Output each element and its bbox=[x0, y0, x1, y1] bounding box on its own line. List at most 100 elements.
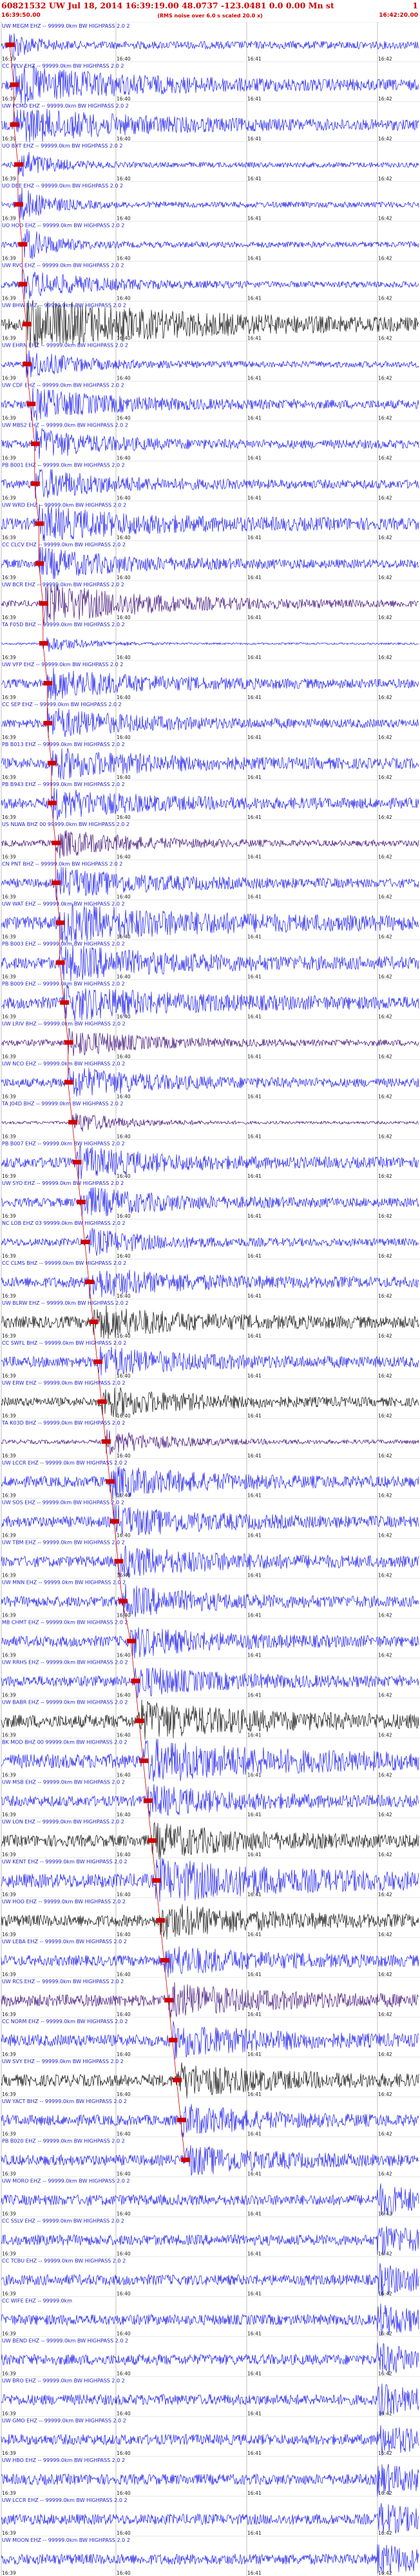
time-tick-label: 16:41 bbox=[247, 2370, 262, 2376]
arrival-pick-marker bbox=[60, 1000, 70, 1005]
waveform-trace bbox=[1, 1584, 419, 1619]
arrival-pick-marker bbox=[18, 242, 28, 247]
waveform-trace bbox=[1, 504, 419, 542]
time-tick-label: 16:40 bbox=[117, 1173, 131, 1179]
time-tick-label: 16:42 bbox=[378, 216, 392, 222]
time-tick-label: 16:40 bbox=[117, 934, 131, 940]
arrival-pick-marker bbox=[148, 1838, 157, 1843]
arrival-pick-marker bbox=[173, 2077, 182, 2082]
channel-row: UW BCR EHZ -- 99999.0km BW HIGHPASS 2.0 … bbox=[0, 580, 420, 626]
channel-label: TA K03D BHZ -- 99999.0km BW HIGHPASS 2.0… bbox=[1, 1420, 125, 1426]
time-tick-label: 16:41 bbox=[247, 375, 262, 381]
arrival-pick-marker bbox=[43, 720, 53, 726]
time-tick-label: 16:39 bbox=[2, 695, 16, 700]
time-tick-label: 16:42 bbox=[378, 1573, 392, 1579]
time-tick-label: 16:41 bbox=[247, 1253, 262, 1259]
time-tick-label: 16:42 bbox=[378, 695, 392, 700]
time-tick-label: 16:39 bbox=[2, 336, 16, 341]
channel-label: PB B013 EHZ -- 99999.0km BW HIGHPASS 2.0… bbox=[2, 742, 125, 747]
channel-label: UW LON EHZ -- 99999.0km BW HIGHPASS 2.0 … bbox=[2, 1819, 124, 1825]
arrival-pick-marker bbox=[97, 1399, 107, 1404]
arrival-pick-marker bbox=[164, 1997, 174, 2003]
time-tick-label: 16:42 bbox=[378, 2450, 392, 2456]
arrival-pick-marker bbox=[64, 1040, 73, 1045]
time-tick-label: 16:42 bbox=[378, 2251, 392, 2257]
arrival-pick-marker bbox=[106, 1479, 115, 1484]
waveform-trace bbox=[1, 1067, 419, 1097]
time-tick-label: 16:40 bbox=[117, 535, 131, 541]
waveform-trace bbox=[1, 108, 419, 143]
arrival-pick-marker bbox=[156, 1918, 166, 1923]
channel-row: UW WAT EHZ -- 99999.0km BW HIGHPASS 2.0 … bbox=[0, 899, 420, 943]
channel-label: UW VFP EHZ -- 99999.0km BW HIGHPASS 2.0 … bbox=[2, 662, 123, 668]
time-tick-label: 16:39 bbox=[2, 1852, 16, 1858]
channel-row: CC TCBU EHZ -- 99999.0km BW HIGHPASS 2.0… bbox=[0, 2256, 420, 2296]
time-tick-label: 16:39 bbox=[2, 2331, 16, 2336]
arrival-pick-marker bbox=[72, 1160, 82, 1165]
time-tick-label: 16:41 bbox=[247, 1093, 262, 1099]
time-tick-label: 16:40 bbox=[117, 1692, 131, 1698]
channel-label: PB B009 EHZ -- 99999.0km BW HIGHPASS 2.0… bbox=[2, 981, 125, 987]
channel-row: UW BEND EHZ -- 99999.0km BW HIGHPASS 2.0… bbox=[0, 2336, 420, 2376]
time-tick-label: 16:40 bbox=[117, 1133, 131, 1139]
channel-row: PB B013 EHZ -- 99999.0km BW HIGHPASS 2.0… bbox=[0, 740, 420, 780]
time-tick-label: 16:40 bbox=[117, 1373, 131, 1379]
arrival-pick-marker bbox=[77, 1200, 86, 1205]
waveform-trace bbox=[1, 388, 419, 421]
channel-row: UO HOO EHZ -- 99999.0km BW HIGHPASS 2.0 … bbox=[0, 221, 420, 262]
channel-label: UW CDF EHZ -- 99999.0km BW HIGHPASS 2.0 … bbox=[2, 382, 124, 388]
time-tick-label: 16:40 bbox=[117, 1533, 131, 1539]
time-tick-label: 16:41 bbox=[247, 615, 262, 620]
time-tick-label: 16:40 bbox=[117, 735, 131, 740]
time-tick-label: 16:40 bbox=[117, 96, 131, 102]
time-tick-label: 16:40 bbox=[117, 2091, 131, 2097]
time-tick-label: 16:41 bbox=[247, 535, 262, 541]
time-tick-label: 16:39 bbox=[2, 854, 16, 860]
time-tick-label: 16:39 bbox=[2, 256, 16, 262]
arrival-pick-marker bbox=[177, 2117, 186, 2122]
waveform-trace bbox=[1, 2062, 419, 2099]
time-tick-label: 16:42 bbox=[378, 1613, 392, 1619]
waveform-trace bbox=[1, 2225, 419, 2255]
time-tick-label: 16:41 bbox=[247, 2052, 262, 2057]
waveform-trace bbox=[1, 1305, 419, 1340]
time-tick-label: 16:39 bbox=[2, 1413, 16, 1419]
waveform-trace bbox=[1, 187, 419, 220]
arrival-pick-marker bbox=[10, 82, 19, 87]
channel-row: UW SYO EHZ -- 99999.0km BW HIGHPASS 2.0 … bbox=[0, 1178, 420, 1219]
waveform-trace bbox=[1, 2183, 419, 2215]
time-tick-label: 16:42 bbox=[378, 1413, 392, 1419]
time-tick-label: 16:42 bbox=[378, 1892, 392, 1898]
channel-label: UW BEND EHZ -- 99999.0km BW HIGHPASS 2.0… bbox=[2, 2338, 128, 2343]
time-tick-label: 16:41 bbox=[247, 1373, 262, 1379]
channel-label: UW MORO EHZ -- 99999.0km BW HIGHPASS 2.0… bbox=[2, 2178, 129, 2184]
waveform-trace bbox=[1, 1429, 419, 1455]
arrival-pick-marker bbox=[22, 361, 32, 367]
channel-label: UW LRIV BHZ -- 99999.0km BW HIGHPASS 2.0… bbox=[2, 1021, 126, 1026]
time-tick-label: 16:42 bbox=[378, 136, 392, 142]
time-tick-label: 16:42 bbox=[378, 1133, 392, 1139]
channel-row: UW MBS2 EHZ -- 99999.0km BW HIGHPASS 2.0… bbox=[0, 421, 420, 461]
time-tick-label: 16:41 bbox=[247, 894, 262, 900]
time-tick-label: 16:40 bbox=[117, 1053, 131, 1059]
time-tick-label: 16:39 bbox=[2, 655, 16, 660]
time-tick-label: 16:39 bbox=[2, 1253, 16, 1259]
time-tick-label: 16:39 bbox=[2, 1293, 16, 1299]
time-tick-label: 16:42 bbox=[378, 455, 392, 461]
time-tick-label: 16:42 bbox=[378, 1213, 392, 1219]
waveform-trace bbox=[1, 2544, 419, 2575]
channel-row: UW MOON EHZ -- 99999.0km BW HIGHPASS 2.0… bbox=[0, 2535, 420, 2576]
rms-note: (RMS noise over 6.0 s scaled 20.0 x) bbox=[157, 13, 263, 19]
channel-label: UW WAT EHZ -- 99999.0km BW HIGHPASS 2.0 … bbox=[2, 901, 125, 907]
channel-label: PB B001 EHZ -- 99999.0km BW HIGHPASS 2.0… bbox=[2, 462, 125, 468]
time-tick-label: 16:39 bbox=[2, 2370, 16, 2376]
time-tick-label: 16:39 bbox=[2, 2570, 16, 2576]
time-tick-label: 16:41 bbox=[247, 1213, 262, 1219]
channel-label: UW MEGM EHZ -- 99999.0km BW HIGHPASS 2.0… bbox=[2, 23, 129, 29]
time-tick-label: 16:42 bbox=[378, 1932, 392, 1937]
channel-row: UW LCCR EHZ -- 99999.0km BW HIGHPASS 2.0… bbox=[0, 1458, 420, 1499]
time-tick-label: 16:40 bbox=[117, 1014, 131, 1019]
waveform-trace bbox=[1, 546, 419, 579]
arrival-pick-marker bbox=[114, 1559, 124, 1564]
channel-row: BK MOD BHZ 00 99999.0km BW HIGHPASS 2.0 … bbox=[0, 1738, 420, 1782]
